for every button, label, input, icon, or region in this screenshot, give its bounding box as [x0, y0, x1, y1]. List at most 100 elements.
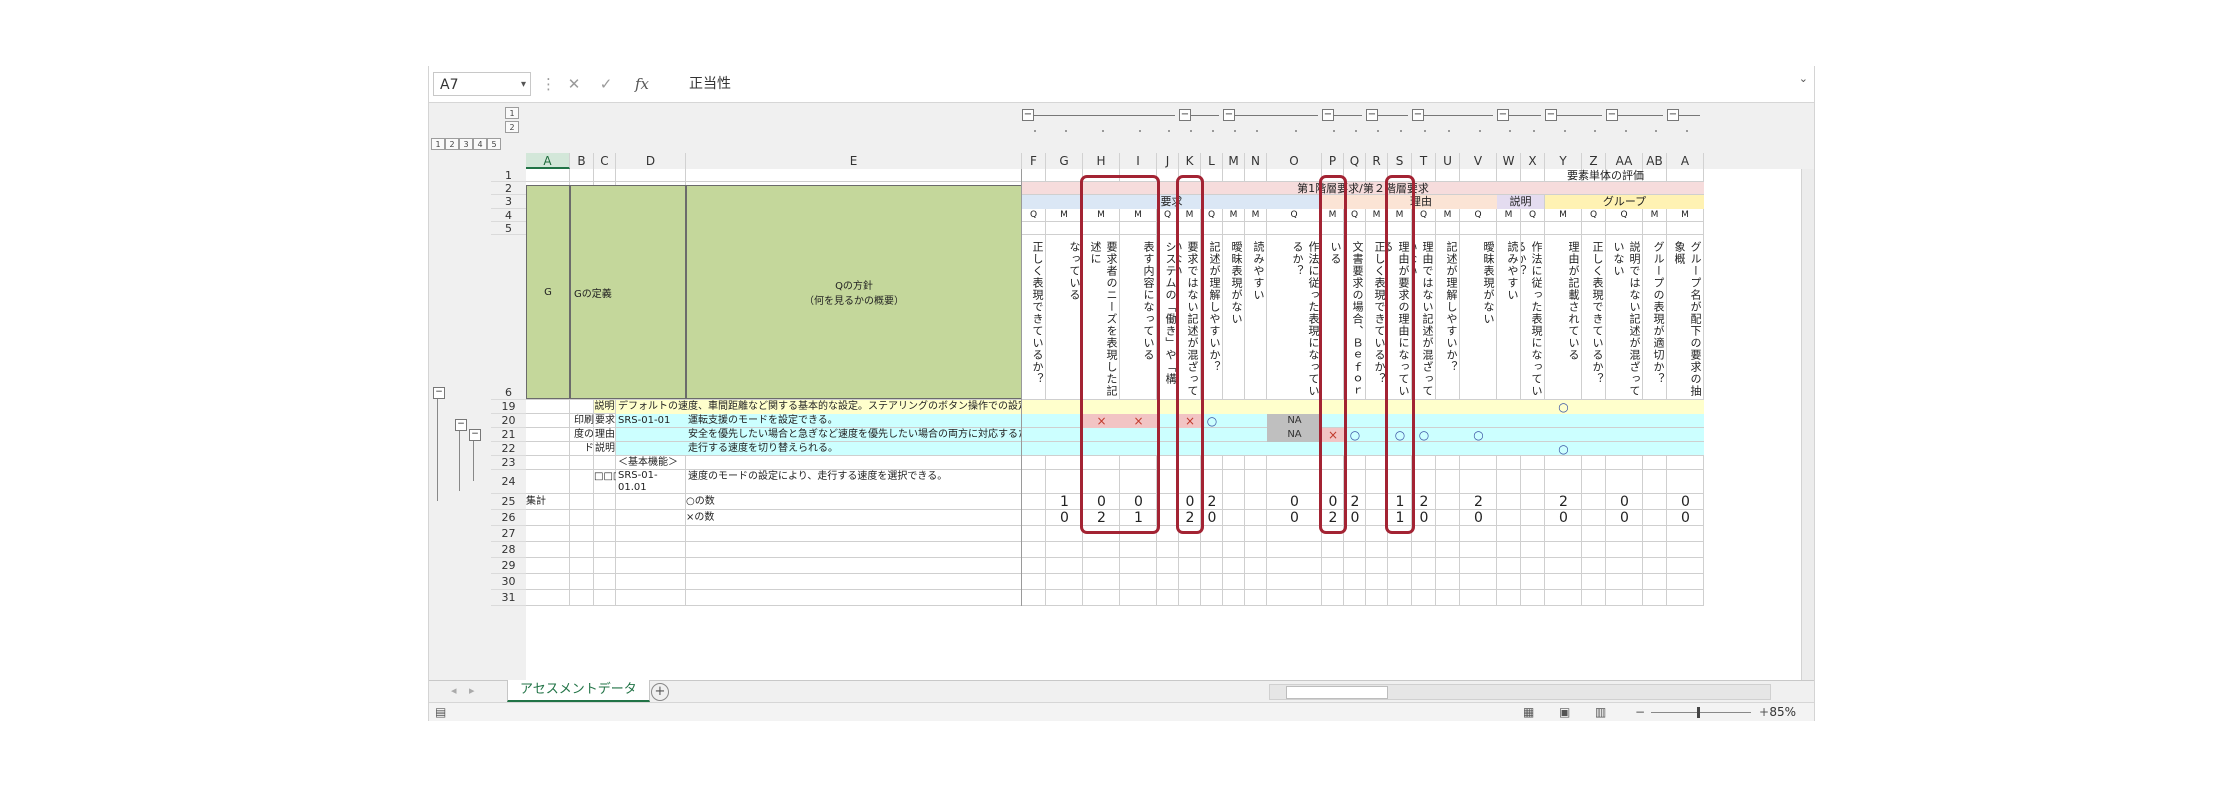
count-o-value[interactable]: 1 [1046, 494, 1083, 510]
grid-cell[interactable] [1460, 574, 1497, 590]
grid-cell[interactable] [594, 456, 616, 470]
circle-mark[interactable]: ○ [1201, 414, 1223, 428]
grid-cell[interactable] [1497, 456, 1521, 470]
grid-cell[interactable] [1083, 558, 1120, 574]
sheet-grid[interactable]: 要素単体の評価 第1階層要求/第２階層要求 要求 理由 説明 グループ Q 正しく表現できてい… [526, 169, 1814, 680]
grid-cell[interactable] [1412, 222, 1436, 235]
column-header[interactable]: M [1223, 153, 1245, 169]
zoom-out-icon[interactable]: − [1635, 705, 1645, 719]
grid-cell[interactable] [594, 494, 616, 510]
row-header[interactable]: 24 [491, 470, 526, 494]
column-group-collapse-button[interactable]: − [1667, 109, 1679, 121]
grid-cell[interactable] [1436, 590, 1460, 606]
grid-cell[interactable] [686, 558, 1022, 574]
criterion-header[interactable]: グループの表現が適切か？ [1643, 235, 1667, 400]
grid-cell[interactable] [1497, 526, 1521, 542]
column-header[interactable]: C [594, 153, 616, 169]
grid-cell[interactable] [1545, 526, 1582, 542]
grid-cell[interactable] [1322, 542, 1344, 558]
grid-cell[interactable] [1245, 222, 1267, 235]
grid-cell[interactable] [1521, 542, 1545, 558]
grid-cell[interactable] [1667, 456, 1704, 470]
grid-cell[interactable] [1157, 542, 1179, 558]
column-header[interactable]: K [1179, 153, 1201, 169]
grid-cell[interactable] [1545, 590, 1582, 606]
group-name[interactable]: 度のモー [570, 428, 594, 442]
normal-view-icon[interactable]: ▦ [1523, 705, 1534, 719]
criterion-header[interactable]: 記述が理解しやすいか？ [1436, 235, 1460, 400]
grid-cell[interactable] [616, 590, 686, 606]
grid-cell[interactable] [1344, 542, 1366, 558]
next-sheet-icon[interactable]: ▸ [469, 684, 475, 697]
grid-cell[interactable] [1322, 558, 1344, 574]
grid-cell[interactable] [594, 169, 616, 182]
row-header[interactable]: 3 [491, 195, 526, 209]
zoom-level[interactable]: 85% [1769, 705, 1796, 719]
grid-cell[interactable] [1497, 574, 1521, 590]
count-x-value[interactable]: 0 [1667, 510, 1704, 526]
grid-cell[interactable] [1667, 526, 1704, 542]
grid-cell[interactable] [1201, 590, 1223, 606]
grid-cell[interactable] [1521, 510, 1545, 526]
count-x-value[interactable]: 0 [1412, 510, 1436, 526]
grid-cell[interactable] [1436, 470, 1460, 494]
page-break-preview-icon[interactable]: ▥ [1595, 705, 1606, 719]
grid-cell[interactable] [1606, 222, 1643, 235]
zoom-in-icon[interactable]: + [1759, 705, 1769, 719]
grid-cell[interactable] [1497, 510, 1521, 526]
grid-cell[interactable] [1436, 574, 1460, 590]
column-header[interactable]: AB [1643, 153, 1667, 169]
grid-cell[interactable] [1344, 574, 1366, 590]
basic-function-label[interactable]: ＜基本機能＞ [616, 456, 1022, 470]
column-header[interactable]: P [1322, 153, 1344, 169]
grid-cell[interactable] [526, 470, 570, 494]
criterion-header[interactable]: 記述が理解しやすいか？ [1201, 235, 1223, 400]
grid-cell[interactable] [1643, 222, 1667, 235]
grid-cell[interactable] [1022, 222, 1046, 235]
grid-cell[interactable] [1201, 456, 1223, 470]
grid-cell[interactable] [594, 542, 616, 558]
criterion-header[interactable]: 曖昧表現がない [1460, 235, 1497, 400]
horizontal-scrollbar[interactable] [1269, 684, 1771, 700]
name-box[interactable]: A7 ▾ [433, 72, 531, 96]
grid-cell[interactable] [1267, 558, 1322, 574]
grid-cell[interactable] [616, 494, 686, 510]
grid-cell[interactable] [570, 494, 594, 510]
grid-cell[interactable] [1022, 590, 1046, 606]
qm-cell[interactable]: M [1223, 209, 1245, 222]
criterion-header[interactable]: 正しく表現できているか？ [1022, 235, 1046, 400]
grid-cell[interactable] [1582, 470, 1606, 494]
row-header[interactable]: 1 [491, 169, 526, 182]
grid-cell[interactable] [1412, 590, 1436, 606]
grid-cell[interactable] [1157, 574, 1179, 590]
grid-cell[interactable] [594, 510, 616, 526]
grid-cell[interactable] [1460, 558, 1497, 574]
grid-cell[interactable] [1521, 222, 1545, 235]
grid-cell[interactable] [1412, 558, 1436, 574]
section-riyu[interactable]: 理由 [1322, 195, 1521, 209]
explanation-text[interactable]: 走行する速度を切り替えられる。 [686, 442, 1022, 456]
grid-cell[interactable] [526, 456, 570, 470]
grid-cell[interactable] [1667, 590, 1704, 606]
grid-cell[interactable] [1201, 558, 1223, 574]
summary-label[interactable]: 集計 [526, 494, 570, 510]
grid-cell[interactable] [1046, 574, 1083, 590]
grid-cell[interactable] [1223, 456, 1245, 470]
grid-cell[interactable] [1046, 526, 1083, 542]
grid-cell[interactable] [1022, 456, 1046, 470]
grid-cell[interactable] [1344, 470, 1366, 494]
column-header[interactable]: S [1388, 153, 1412, 169]
qm-cell[interactable]: M [1245, 209, 1267, 222]
grid-cell[interactable] [1436, 558, 1460, 574]
criterion-header[interactable]: 読みやすい [1497, 235, 1521, 400]
grid-cell[interactable] [1046, 590, 1083, 606]
grid-cell[interactable] [1267, 222, 1322, 235]
grid-cell[interactable] [1267, 542, 1322, 558]
grid-cell[interactable] [1582, 558, 1606, 574]
count-o-value[interactable]: 0 [1267, 494, 1322, 510]
na-mark[interactable]: NA [1267, 414, 1322, 428]
grid-cell[interactable] [1223, 222, 1245, 235]
grid-cell[interactable] [1046, 456, 1083, 470]
grid-cell[interactable] [1344, 590, 1366, 606]
qm-cell[interactable]: M [1667, 209, 1704, 222]
